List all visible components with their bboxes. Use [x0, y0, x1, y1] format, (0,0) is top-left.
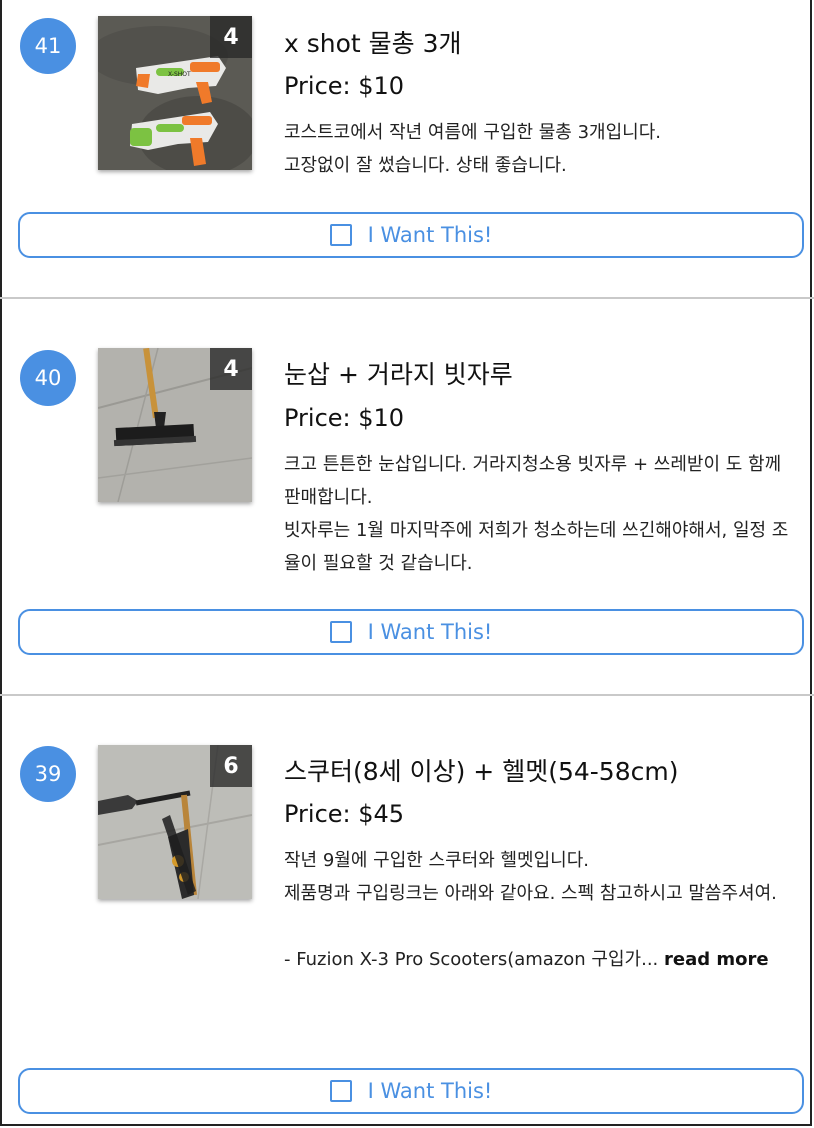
description-line: 제품명과 구입링크는 아래와 같아요. 스펙 참고하시고 말씀주셔여.	[284, 883, 777, 904]
description-line: - Fuzion X-3 Pro Scooters(amazon 구입가... …	[284, 943, 796, 976]
i-want-this-button[interactable]: I Want This!	[18, 609, 804, 655]
i-want-this-button[interactable]: I Want This!	[18, 1068, 804, 1114]
button-label: I Want This!	[367, 223, 493, 247]
item-number-badge: 39	[20, 746, 76, 802]
checkbox-icon[interactable]	[329, 224, 352, 246]
item-description: 작년 9월에 구입한 스쿠터와 헬멧입니다. 제품명과 구입링크는 아래와 같아…	[284, 844, 796, 976]
item-title: 눈삽 + 거라지 빗자루	[284, 360, 513, 389]
item-description: 코스트코에서 작년 여름에 구입한 물총 3개입니다. 고장없이 잘 썼습니다.…	[284, 116, 796, 182]
description-line: 크고 튼튼한 눈삽입니다. 거라지청소용 빗자루 + 쓰레받이 도 함께 판매합…	[284, 454, 782, 508]
checkbox-icon[interactable]	[329, 1080, 352, 1102]
description-line: 빗자루는 1월 마지막주에 저희가 청소하는데 쓰긴해야해서, 일정 조율이 필…	[284, 520, 789, 574]
item-price: Price: $10	[284, 404, 405, 432]
description-line: 작년 9월에 구입한 스쿠터와 헬멧입니다.	[284, 850, 590, 871]
checkbox-icon[interactable]	[329, 621, 352, 643]
divider	[0, 297, 814, 299]
photo-count-badge: 6	[210, 745, 252, 787]
item-photo[interactable]: 4	[98, 348, 252, 502]
button-label: I Want This!	[367, 620, 493, 644]
item-price: Price: $10	[284, 72, 405, 100]
i-want-this-button[interactable]: I Want This!	[18, 212, 804, 258]
photo-count-badge: 4	[210, 348, 252, 390]
read-more-link[interactable]: read more	[664, 949, 769, 970]
item-title: x shot 물총 3개	[284, 29, 462, 58]
svg-text:X-SHOT: X-SHOT	[168, 71, 191, 78]
item-price: Price: $45	[284, 800, 405, 828]
item-number-badge: 40	[20, 350, 76, 406]
button-label: I Want This!	[367, 1079, 493, 1103]
item-title: 스쿠터(8세 이상) + 헬멧(54-58cm)	[284, 757, 679, 786]
description-text: - Fuzion X-3 Pro Scooters(amazon 구입가...	[284, 949, 659, 970]
description-line: 고장없이 잘 썼습니다. 상태 좋습니다.	[284, 155, 567, 176]
divider	[0, 694, 814, 696]
item-photo[interactable]: X-SHOT 4	[98, 16, 252, 170]
description-line: 코스트코에서 작년 여름에 구입한 물총 3개입니다.	[284, 122, 661, 143]
item-number-badge: 41	[20, 18, 76, 74]
item-photo[interactable]: 6	[98, 745, 252, 899]
item-description: 크고 튼튼한 눈삽입니다. 거라지청소용 빗자루 + 쓰레받이 도 함께 판매합…	[284, 448, 796, 580]
photo-count-badge: 4	[210, 16, 252, 58]
